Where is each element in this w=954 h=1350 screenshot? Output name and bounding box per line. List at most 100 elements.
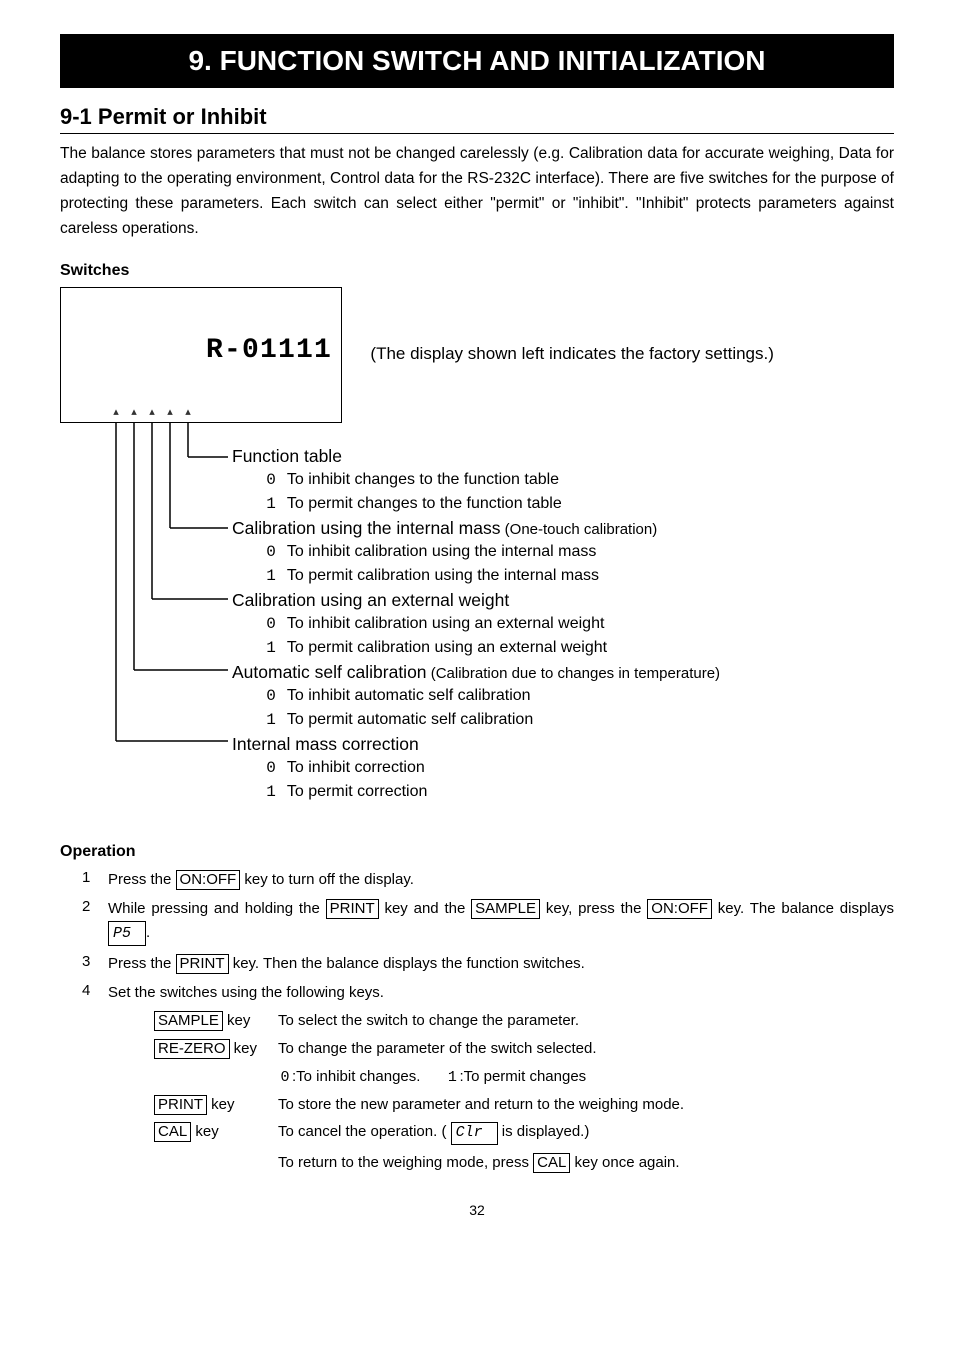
- op-num: 1: [82, 868, 108, 891]
- kt-desc-text: is displayed.): [498, 1123, 590, 1140]
- op-text: Set the switches using the following key…: [108, 984, 384, 1001]
- op-step-2: 2 While pressing and holding the PRINT k…: [82, 897, 894, 946]
- op-text: .: [146, 924, 150, 941]
- switches-heading: Switches: [60, 260, 894, 282]
- opt-sym: 1: [264, 709, 278, 732]
- chapter-title-text: 9. FUNCTION SWITCH AND INITIALIZATION: [188, 45, 765, 76]
- caret-row: ▴▴▴▴▴: [71, 405, 331, 420]
- kt-sub-text: key once again.: [570, 1154, 679, 1171]
- tree-opt-5-0: 0 To inhibit correction: [264, 756, 892, 780]
- opt-sym: 1: [264, 781, 278, 804]
- seg-char-1b: 1: [277, 332, 295, 370]
- page-number: 32: [60, 1201, 894, 1220]
- kt-sub-text: :To inhibit changes.: [292, 1068, 420, 1085]
- tree-opt-2-1: 1 To permit calibration using the intern…: [264, 564, 892, 588]
- opt-sym: 1: [264, 565, 278, 588]
- key-onoff: ON:OFF: [647, 899, 712, 919]
- operation-heading: Operation: [60, 841, 894, 863]
- key-sample: SAMPLE: [471, 899, 540, 919]
- key-print: PRINT: [176, 954, 229, 974]
- display-ps: P5: [108, 921, 146, 946]
- kt-suffix: key: [223, 1012, 251, 1029]
- opt-text: To inhibit calibration using the interna…: [287, 543, 597, 560]
- display-box: R-01111 ▴▴▴▴▴: [60, 287, 342, 422]
- kt-sub-text: :To permit changes: [459, 1068, 586, 1085]
- tree-head-internal-correction: Internal mass correction: [232, 733, 892, 757]
- seven-seg-display: R-01111: [71, 294, 331, 407]
- tree-head-function-table: Function table: [232, 445, 892, 469]
- op-step-3: 3 Press the PRINT key. Then the balance …: [82, 952, 894, 975]
- op-text: Press the: [108, 955, 176, 972]
- tree-opt-4-0: 0 To inhibit automatic self calibration: [264, 684, 892, 708]
- opt-sym: 0: [264, 469, 278, 492]
- op-body: While pressing and holding the PRINT key…: [108, 897, 894, 946]
- opt-text: To inhibit automatic self calibration: [287, 687, 531, 704]
- key-print: PRINT: [154, 1095, 207, 1115]
- tree-opt-4-1: 1 To permit automatic self calibration: [264, 708, 892, 732]
- key-cal: CAL: [533, 1153, 570, 1173]
- chapter-title-banner: 9. FUNCTION SWITCH AND INITIALIZATION: [60, 34, 894, 88]
- opt-sym: 0: [264, 757, 278, 780]
- op-num: 4: [82, 981, 108, 1004]
- section-title: 9-1 Permit or Inhibit: [60, 102, 894, 132]
- op-text: key. The balance displays: [712, 900, 894, 917]
- opt-sym: 0: [264, 613, 278, 636]
- op-text: Press the: [108, 871, 176, 888]
- op-text: While pressing and holding the: [108, 900, 326, 917]
- op-body: Set the switches using the following key…: [108, 981, 894, 1004]
- seg-char-1c: 1: [295, 332, 313, 370]
- factory-settings-note: (The display shown left indicates the fa…: [370, 343, 773, 366]
- kt-desc: To change the parameter of the switch se…: [278, 1039, 894, 1089]
- kt-row-cal: CAL key To cancel the operation. ( Clr i…: [154, 1122, 894, 1173]
- key-sample: SAMPLE: [154, 1011, 223, 1031]
- tree-head-1-text: Function table: [232, 446, 342, 466]
- opt-text: To permit changes to the function table: [287, 495, 562, 512]
- seg-char-R: R: [205, 332, 223, 370]
- kt-row-print: PRINT key To store the new parameter and…: [154, 1095, 894, 1115]
- op-text: key and the: [379, 900, 472, 917]
- sym-0: 0: [278, 1068, 292, 1088]
- tree-head-4-paren: (Calibration due to changes in temperatu…: [427, 665, 721, 682]
- opt-text: To permit calibration using an external …: [287, 639, 607, 656]
- tree-head-3-text: Calibration using an external weight: [232, 590, 509, 610]
- tree-head-cal-internal: Calibration using the internal mass (One…: [232, 517, 892, 541]
- tree-opt-2-0: 0 To inhibit calibration using the inter…: [264, 540, 892, 564]
- key-table: SAMPLE key To select the switch to chang…: [154, 1011, 894, 1173]
- section-rule: [60, 133, 894, 134]
- kt-suffix: key: [207, 1096, 235, 1113]
- display-clr: Clr: [451, 1122, 498, 1144]
- tree-opt-1-0: 0 To inhibit changes to the function tab…: [264, 468, 892, 492]
- tree-head-4-text: Automatic self calibration: [232, 662, 427, 682]
- kt-desc-text: To change the parameter of the switch se…: [278, 1040, 597, 1057]
- op-text: key to turn off the display.: [240, 871, 414, 888]
- key-rezero: RE-ZERO: [154, 1039, 230, 1059]
- opt-text: To inhibit changes to the function table: [287, 471, 559, 488]
- intro-paragraph: The balance stores parameters that must …: [60, 142, 894, 241]
- kt-row-rezero: RE-ZERO key To change the parameter of t…: [154, 1039, 894, 1089]
- op-body: Press the PRINT key. Then the balance di…: [108, 952, 894, 975]
- opt-text: To inhibit calibration using an external…: [287, 615, 605, 632]
- kt-desc: To select the switch to change the param…: [278, 1011, 894, 1031]
- op-num: 2: [82, 897, 108, 946]
- opt-sym: 0: [264, 685, 278, 708]
- tree-opt-1-1: 1 To permit changes to the function tabl…: [264, 492, 892, 516]
- op-step-1: 1 Press the ON:OFF key to turn off the d…: [82, 868, 894, 891]
- opt-sym: 0: [264, 541, 278, 564]
- key-cal: CAL: [154, 1122, 191, 1142]
- kt-suffix: key: [191, 1123, 219, 1140]
- op-step-4: 4 Set the switches using the following k…: [82, 981, 894, 1004]
- tree-opt-5-1: 1 To permit correction: [264, 780, 892, 804]
- opt-sym: 1: [264, 637, 278, 660]
- seg-char-1a: 1: [259, 332, 277, 370]
- opt-sym: 1: [264, 493, 278, 516]
- op-body: Press the ON:OFF key to turn off the dis…: [108, 868, 894, 891]
- kt-desc-text: To cancel the operation. (: [278, 1123, 451, 1140]
- switches-block: R-01111 ▴▴▴▴▴ (The display shown left in…: [60, 287, 894, 822]
- tree-opt-3-0: 0 To inhibit calibration using an extern…: [264, 612, 892, 636]
- opt-text: To permit correction: [287, 783, 428, 800]
- op-text: key. Then the balance displays the funct…: [229, 955, 585, 972]
- tree-labels: Function table 0 To inhibit changes to t…: [232, 445, 892, 805]
- tree-head-auto-cal: Automatic self calibration (Calibration …: [232, 661, 892, 685]
- op-num: 3: [82, 952, 108, 975]
- opt-text: To permit calibration using the internal…: [287, 567, 599, 584]
